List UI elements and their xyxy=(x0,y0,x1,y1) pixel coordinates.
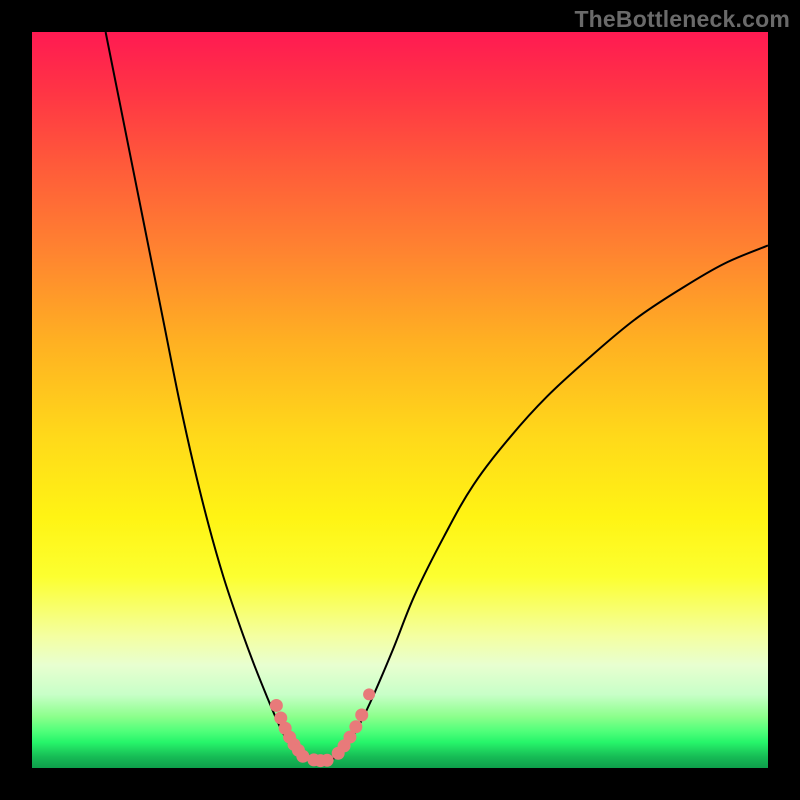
data-point xyxy=(321,754,334,767)
curve-layer xyxy=(32,32,768,768)
data-point xyxy=(296,750,309,763)
plot-area xyxy=(32,32,768,768)
watermark-text: TheBottleneck.com xyxy=(574,6,790,33)
data-point xyxy=(363,688,375,700)
data-point xyxy=(349,720,362,733)
data-point xyxy=(270,699,283,712)
chart-frame: TheBottleneck.com xyxy=(0,0,800,800)
bottleneck-curve xyxy=(106,32,768,761)
data-point xyxy=(355,709,368,722)
